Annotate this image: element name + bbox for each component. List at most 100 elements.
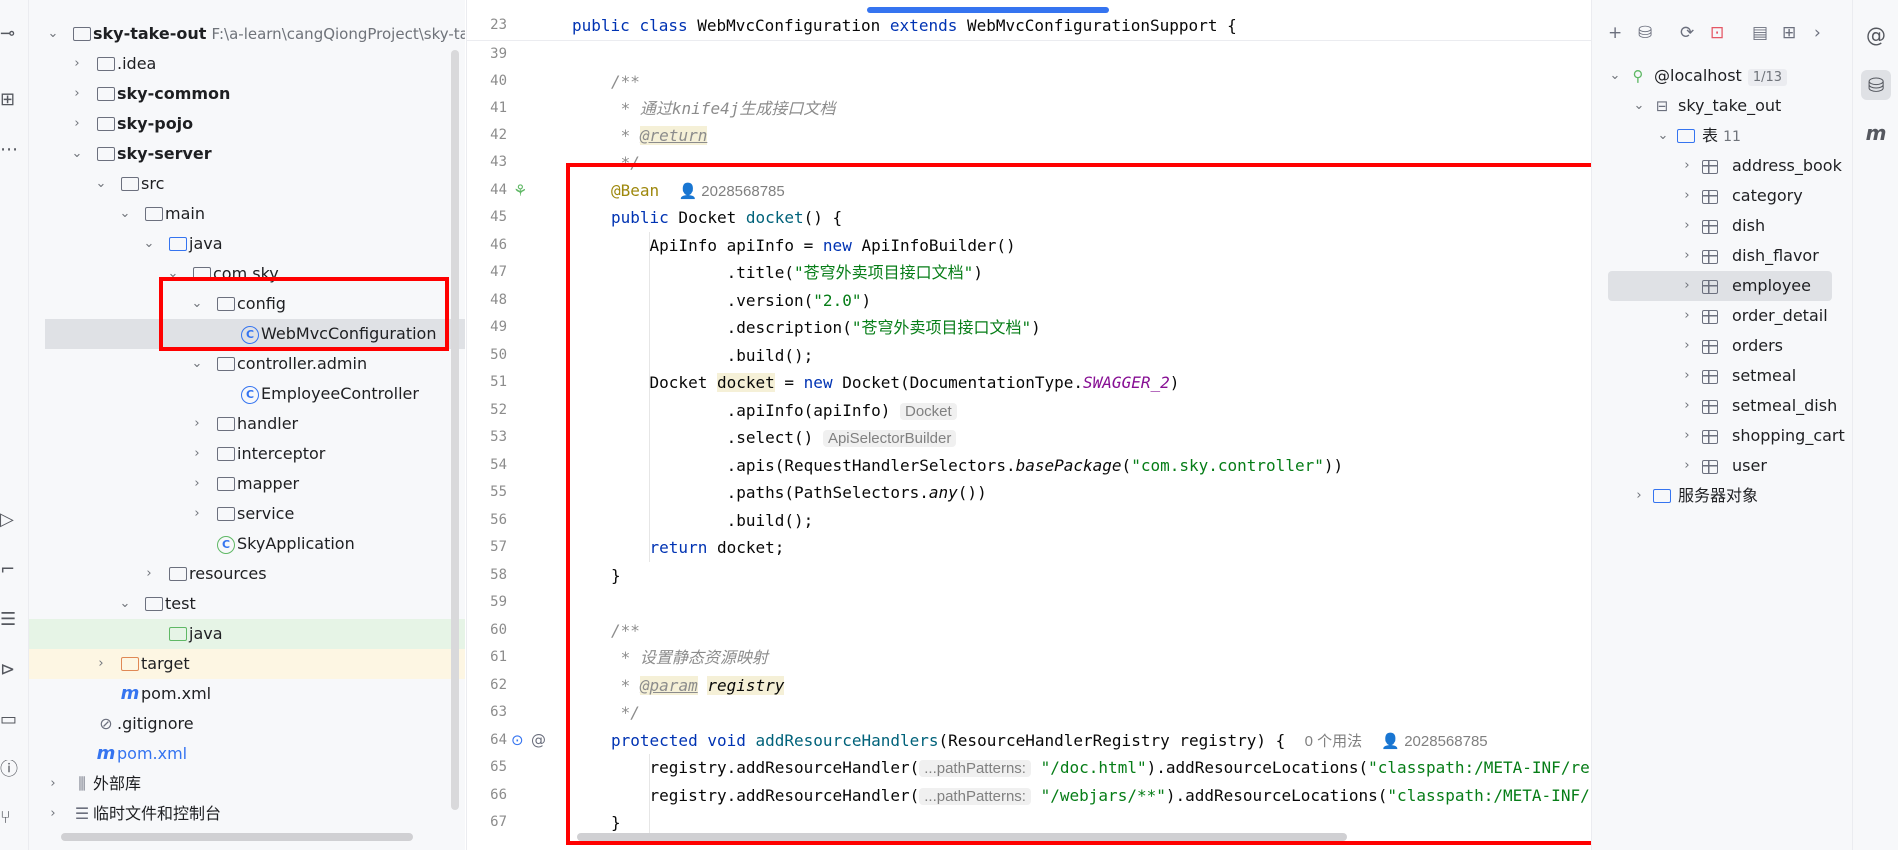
db-table-row[interactable]: › address_book [1592, 151, 1852, 181]
tree-row[interactable]: › interceptor [29, 439, 465, 469]
line-number: 52 [490, 402, 507, 418]
chevron-right-icon[interactable]: › [189, 409, 205, 439]
tree-row[interactable]: ⌄ controller.admin [29, 349, 465, 379]
db-table-row[interactable]: › user [1592, 451, 1852, 481]
chevron-right-icon[interactable]: › [141, 559, 157, 589]
chevron-down-icon[interactable]: ⌄ [117, 199, 133, 229]
chevron-right-icon[interactable]: › [69, 109, 85, 139]
chevron-down-icon[interactable]: ⌄ [141, 229, 157, 259]
db-table-row[interactable]: › setmeal_dish [1592, 391, 1852, 421]
db-table-row[interactable]: › dish_flavor [1592, 241, 1852, 271]
db-table-row[interactable]: › dish [1592, 211, 1852, 241]
chevron-right-icon[interactable]: › [1680, 391, 1694, 421]
chevron-right-icon[interactable]: › [1814, 22, 1821, 44]
chevron-right-icon[interactable]: › [1680, 301, 1694, 331]
more-icon[interactable]: ⋯ [0, 140, 18, 160]
console-icon[interactable]: ▤ [1752, 22, 1768, 44]
chevron-down-icon[interactable]: ⌄ [93, 169, 109, 199]
terminal-icon[interactable]: ▭ [0, 710, 18, 730]
database-icon[interactable]: ⛁ [1861, 70, 1891, 100]
chevron-right-icon[interactable]: › [1680, 181, 1694, 211]
tree-row[interactable]: › handler [29, 409, 465, 439]
tree-row[interactable]: ⌄ src [29, 169, 465, 199]
db-tables-row[interactable]: ⌄ 表 11 [1592, 121, 1852, 151]
tree-row[interactable]: › ⫼ 外部库 [29, 769, 465, 799]
git-icon[interactable]: ⑂ [0, 808, 18, 828]
tree-row[interactable]: m pom.xml [29, 739, 465, 769]
chevron-down-icon[interactable]: ⌄ [1608, 61, 1622, 91]
problems-icon[interactable]: ⓘ [0, 760, 18, 780]
chevron-right-icon[interactable]: › [45, 799, 61, 829]
tree-row[interactable]: › resources [29, 559, 465, 589]
tree-vertical-scrollbar[interactable] [451, 50, 459, 810]
tree-row[interactable]: ⌄ main [29, 199, 465, 229]
tree-row[interactable]: ⌄ java [29, 229, 465, 259]
chevron-right-icon[interactable]: › [1680, 241, 1694, 271]
chevron-down-icon[interactable]: ⌄ [117, 589, 133, 619]
chevron-right-icon[interactable]: › [93, 649, 109, 679]
db-table-row[interactable]: › setmeal [1592, 361, 1852, 391]
tree-row[interactable]: C EmployeeController [29, 379, 465, 409]
db-schema-row[interactable]: ⌄ ⊟ sky_take_out [1592, 91, 1852, 121]
tree-label: sky-take-out [93, 24, 207, 43]
tree-row[interactable]: › sky-common [29, 79, 465, 109]
db-table-row[interactable]: › category [1592, 181, 1852, 211]
chevron-right-icon[interactable]: › [1680, 451, 1694, 481]
services-icon[interactable]: ⊳ [0, 660, 18, 680]
tree-row[interactable]: › .idea [29, 49, 465, 79]
add-icon[interactable]: + [1608, 22, 1622, 44]
chevron-right-icon[interactable]: › [45, 769, 61, 799]
bean-gutter-icon[interactable]: ⚘ [513, 181, 527, 200]
maven-icon[interactable]: m [1861, 118, 1891, 148]
at-gutter-icon[interactable]: @ [531, 731, 546, 749]
chevron-right-icon[interactable]: › [189, 439, 205, 469]
chevron-right-icon[interactable]: › [1680, 271, 1694, 301]
chevron-right-icon[interactable]: › [1680, 211, 1694, 241]
tree-row[interactable]: C SkyApplication [29, 529, 465, 559]
chevron-down-icon[interactable]: ⌄ [1656, 121, 1670, 151]
chevron-right-icon[interactable]: › [69, 49, 85, 79]
chevron-down-icon[interactable]: ⌄ [69, 139, 85, 169]
folder-structure-icon[interactable]: ⊸ [0, 24, 18, 44]
chevron-down-icon[interactable]: ⌄ [189, 349, 205, 379]
db-server-objects-row[interactable]: › 服务器对象 [1592, 481, 1852, 511]
layout-icon[interactable]: ⊞ [0, 90, 18, 110]
tree-row[interactable]: ⊘ .gitignore [29, 709, 465, 739]
db-table-row[interactable]: › order_detail [1592, 301, 1852, 331]
tree-row[interactable]: › sky-pojo [29, 109, 465, 139]
chevron-right-icon[interactable]: › [1680, 421, 1694, 451]
tree-row[interactable]: › ☰ 临时文件和控制台 [29, 799, 465, 829]
hammer-icon[interactable]: ⌐ [0, 560, 18, 580]
chevron-right-icon[interactable]: › [1680, 151, 1694, 181]
tree-horizontal-scrollbar[interactable] [61, 833, 413, 841]
run-icon[interactable]: ▷ [0, 510, 18, 530]
data-source-icon[interactable]: ⛁ [1638, 22, 1652, 44]
ai-assistant-icon[interactable]: @ [1861, 20, 1891, 50]
chevron-down-icon[interactable]: ⌄ [45, 19, 61, 49]
chevron-right-icon[interactable]: › [1680, 331, 1694, 361]
tree-label: 外部库 [93, 774, 142, 793]
chevron-right-icon[interactable]: › [69, 79, 85, 109]
table-view-icon[interactable]: ⊞ [1782, 22, 1796, 44]
tree-row-root[interactable]: ⌄ sky-take-out F:\a-learn\cangQiongProje… [29, 19, 465, 49]
db-table-row[interactable]: › shopping_cart [1592, 421, 1852, 451]
chevron-down-icon[interactable]: ⌄ [1632, 91, 1646, 121]
tree-row[interactable]: › mapper [29, 469, 465, 499]
chevron-right-icon[interactable]: › [1632, 481, 1646, 511]
tree-row[interactable]: › service [29, 499, 465, 529]
db-table-row[interactable]: › orders [1592, 331, 1852, 361]
tree-row[interactable]: ⌄ test [29, 589, 465, 619]
tree-row-target[interactable]: › target [29, 649, 465, 679]
tree-row[interactable]: ⌄ sky-server [29, 139, 465, 169]
tree-row[interactable]: m pom.xml [29, 679, 465, 709]
db-table-row-selected[interactable]: › employee [1608, 271, 1832, 301]
disconnect-icon[interactable]: ⊡ [1710, 22, 1724, 44]
db-host-row[interactable]: ⌄ ⚲ @localhost 1/13 [1592, 61, 1852, 91]
refresh-icon[interactable]: ⟳ [1680, 22, 1694, 44]
chevron-right-icon[interactable]: › [1680, 361, 1694, 391]
override-gutter-icon[interactable]: ⊙ [511, 731, 524, 749]
chevron-right-icon[interactable]: › [189, 469, 205, 499]
list-icon[interactable]: ☰ [0, 610, 18, 630]
chevron-right-icon[interactable]: › [189, 499, 205, 529]
tree-row-test-java[interactable]: java [29, 619, 465, 649]
